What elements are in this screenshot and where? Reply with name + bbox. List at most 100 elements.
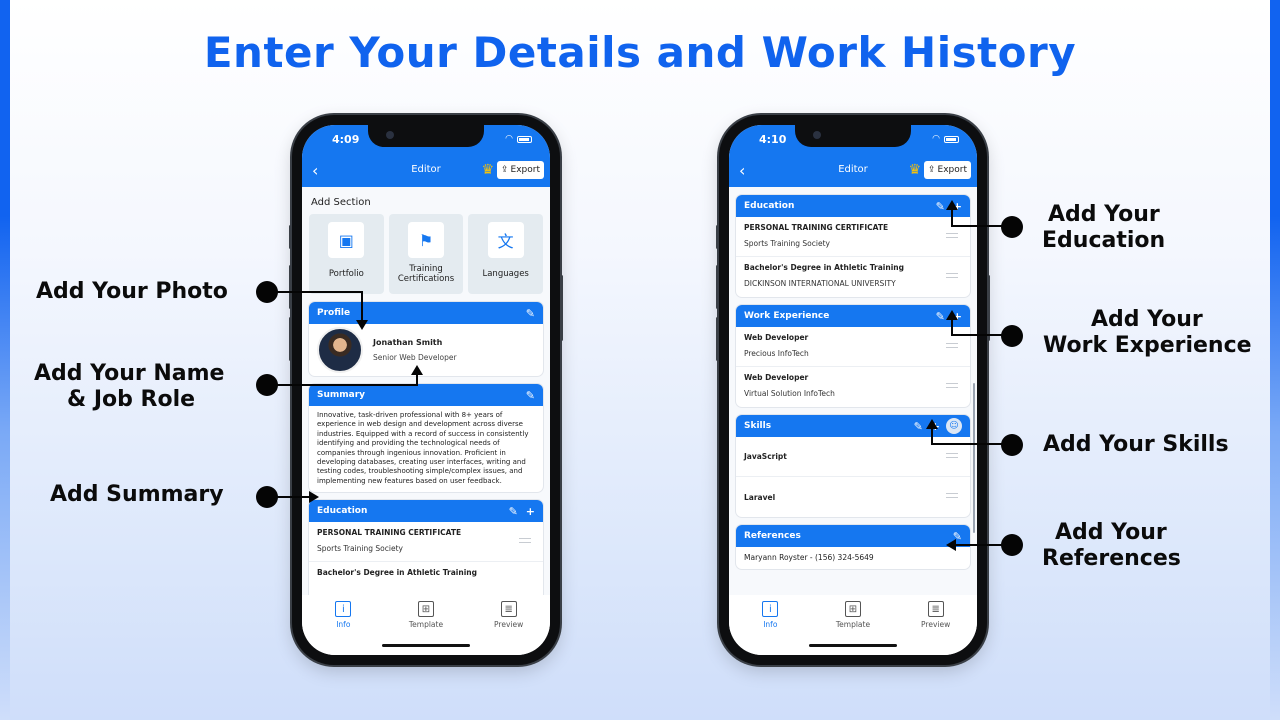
connector-name-vertical bbox=[416, 374, 418, 386]
phone-volume-up bbox=[716, 265, 719, 309]
arrow-references bbox=[946, 539, 956, 551]
arrow-summary bbox=[309, 491, 319, 503]
tile-label: Portfolio bbox=[328, 269, 364, 279]
education-title: Education bbox=[744, 201, 795, 211]
export-button[interactable]: ⇪ Export bbox=[923, 161, 971, 179]
edit-icon[interactable]: ✎ bbox=[526, 308, 535, 319]
skills-title: Skills bbox=[744, 421, 772, 431]
list-item[interactable]: Web Developer Virtual Solution InfoTech bbox=[736, 367, 970, 407]
portfolio-icon: ▣ bbox=[328, 222, 365, 258]
list-item[interactable]: PERSONAL TRAINING CERTIFICATE Sports Tra… bbox=[736, 217, 970, 257]
app-screen: 4:10 ◠ ‹ Editor ♛ ⇪ Export Education ✎ +… bbox=[729, 125, 977, 655]
summary-title: Summary bbox=[317, 390, 366, 400]
tab-label: Info bbox=[336, 620, 351, 629]
summary-card: Summary ✎ Innovative, task-driven profes… bbox=[309, 384, 543, 493]
phone-side-button bbox=[716, 225, 719, 249]
share-icon: ⇪ bbox=[927, 165, 936, 175]
reference-item[interactable]: Maryann Royster - (156) 324-5649 bbox=[736, 547, 970, 569]
connector-work bbox=[952, 334, 1002, 336]
annotation-add-education-line2: Education bbox=[1042, 228, 1166, 253]
export-button[interactable]: ⇪ Export bbox=[496, 161, 544, 179]
export-label: Export bbox=[510, 165, 540, 175]
status-icons: ◠ bbox=[932, 134, 959, 144]
profile-card: Profile ✎ Jonathan Smith Senior Web Deve… bbox=[309, 302, 543, 376]
phone-volume-down bbox=[716, 317, 719, 361]
tile-portfolio[interactable]: ▣ Portfolio bbox=[309, 214, 384, 294]
drag-handle-icon[interactable] bbox=[946, 273, 958, 278]
item-title: Web Developer bbox=[744, 373, 809, 382]
status-time: 4:10 bbox=[759, 133, 787, 146]
drag-handle-icon[interactable] bbox=[946, 343, 958, 348]
phone-side-button bbox=[289, 225, 292, 249]
camera bbox=[813, 131, 821, 139]
list-item[interactable]: Laravel bbox=[736, 477, 970, 517]
tab-preview[interactable]: ≣ Preview bbox=[906, 601, 966, 655]
list-item[interactable]: PERSONAL TRAINING CERTIFICATE Sports Tra… bbox=[309, 522, 543, 563]
list-item[interactable]: Web Developer Precious InfoTech bbox=[736, 327, 970, 367]
ai-assistant-icon[interactable]: ☺ bbox=[946, 418, 962, 434]
tab-info[interactable]: i Info bbox=[313, 601, 373, 655]
edit-icon[interactable]: ✎ bbox=[936, 311, 945, 322]
languages-icon: 文 bbox=[487, 222, 524, 258]
connector-education bbox=[952, 225, 1002, 227]
list-item[interactable]: Bachelor's Degree in Athletic Training D… bbox=[736, 257, 970, 297]
edit-icon[interactable]: ✎ bbox=[936, 201, 945, 212]
arrow-education bbox=[946, 200, 958, 210]
edit-icon[interactable]: ✎ bbox=[914, 421, 923, 432]
left-edge-strip bbox=[0, 0, 10, 720]
arrow-skills bbox=[926, 419, 938, 429]
preview-icon: ≣ bbox=[927, 601, 944, 617]
connector-summary bbox=[276, 496, 310, 498]
tile-training-certifications[interactable]: ⚑ Training Certifications bbox=[388, 214, 464, 294]
drag-handle-icon[interactable] bbox=[946, 493, 958, 498]
phone-power-button bbox=[560, 275, 563, 341]
drag-handle-icon[interactable] bbox=[519, 538, 531, 544]
drag-handle-icon[interactable] bbox=[946, 453, 958, 458]
training-icon: ⚑ bbox=[408, 222, 444, 258]
tab-label: Info bbox=[763, 620, 778, 629]
annotation-add-references-line1: Add Your bbox=[1055, 520, 1167, 545]
annotation-add-name-line2: & Job Role bbox=[67, 387, 196, 412]
tab-bar: i Info ⊞ Template ≣ Preview bbox=[302, 595, 550, 655]
tab-info[interactable]: i Info bbox=[740, 601, 800, 655]
work-experience-card: Work Experience ✎ + Web Developer Precio… bbox=[736, 305, 970, 407]
scrollbar[interactable] bbox=[973, 383, 975, 533]
template-icon: ⊞ bbox=[844, 601, 861, 617]
summary-text: Innovative, task-driven professional wit… bbox=[317, 411, 529, 485]
profile-role: Senior Web Developer bbox=[373, 353, 457, 362]
tab-label: Template bbox=[835, 620, 871, 629]
export-label: Export bbox=[937, 165, 967, 175]
drag-handle-icon[interactable] bbox=[946, 233, 958, 238]
phone-volume-up bbox=[289, 265, 292, 309]
item-title: PERSONAL TRAINING CERTIFICATE bbox=[317, 528, 462, 538]
item-title: Bachelor's Degree in Athletic Training bbox=[744, 263, 904, 272]
editor-content: Education ✎ + PERSONAL TRAINING CERTIFIC… bbox=[729, 187, 977, 595]
callout-dot-photo bbox=[256, 281, 278, 303]
editor-content: Add Section ▣ Portfolio ⚑ Training Certi… bbox=[302, 187, 550, 595]
callout-dot-work bbox=[1001, 325, 1023, 347]
drag-handle-icon[interactable] bbox=[946, 383, 958, 388]
callout-dot-education bbox=[1001, 216, 1023, 238]
item-subtitle: DICKINSON INTERNATIONAL UNIVERSITY bbox=[744, 279, 896, 288]
annotation-add-education-line1: Add Your bbox=[1048, 202, 1160, 227]
preview-icon: ≣ bbox=[500, 601, 517, 617]
connector-photo bbox=[276, 291, 363, 293]
edit-icon[interactable]: ✎ bbox=[526, 390, 535, 401]
tile-label: Languages bbox=[482, 269, 529, 279]
tile-languages[interactable]: 文 Languages bbox=[468, 214, 544, 294]
edit-icon[interactable]: ✎ bbox=[509, 506, 518, 517]
avatar[interactable] bbox=[317, 327, 363, 373]
tab-preview[interactable]: ≣ Preview bbox=[479, 601, 539, 655]
connector-skills bbox=[932, 443, 1002, 445]
connector-photo-vertical bbox=[361, 291, 363, 320]
item-subtitle: Precious InfoTech bbox=[744, 349, 809, 358]
camera bbox=[386, 131, 394, 139]
connector-education-vertical bbox=[951, 207, 953, 227]
list-item[interactable]: Bachelor's Degree in Athletic Training bbox=[309, 562, 543, 595]
item-title: PERSONAL TRAINING CERTIFICATE bbox=[744, 223, 889, 232]
add-icon[interactable]: + bbox=[526, 506, 535, 517]
crown-icon[interactable]: ♛ bbox=[481, 162, 494, 178]
home-indicator bbox=[382, 644, 470, 647]
crown-icon[interactable]: ♛ bbox=[908, 162, 921, 178]
work-experience-title: Work Experience bbox=[744, 311, 830, 321]
